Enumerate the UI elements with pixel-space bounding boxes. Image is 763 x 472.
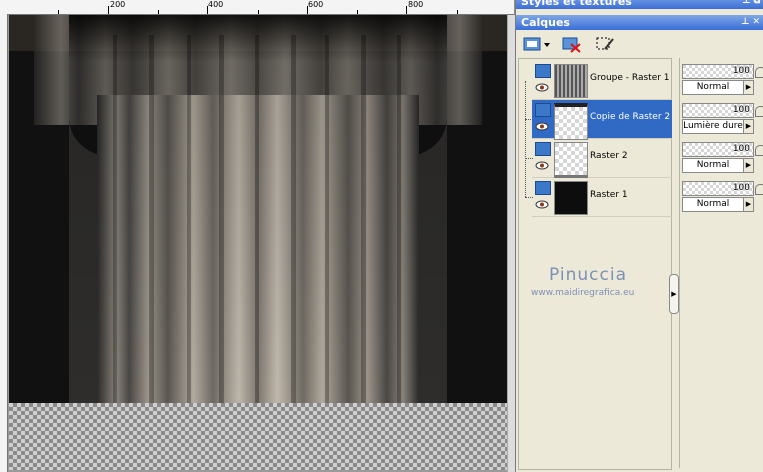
right-panel: Styles et textures ⊥ ⧉ Calques ⊥ ✕ Group… — [515, 0, 763, 472]
layer-type-icon — [535, 64, 551, 78]
blend-mode-select[interactable]: Normal — [682, 80, 744, 95]
edit-selection-button[interactable] — [594, 34, 616, 54]
eye-icon[interactable] — [535, 122, 549, 131]
opacity-value: 100 — [732, 183, 750, 193]
ruler-mark: 400 — [208, 0, 224, 9]
layer-thumbnail — [554, 64, 588, 98]
collapse-arrow-icon[interactable]: ▶ — [669, 274, 679, 314]
pin-icon[interactable]: ⊥ ⧉ — [737, 0, 760, 9]
lock-icon[interactable] — [755, 106, 763, 117]
layer-name: Groupe - Raster 1 — [590, 73, 670, 83]
canvas-area[interactable]: 200 400 600 800 — [0, 0, 515, 472]
blend-mode-select[interactable]: Normal — [682, 158, 744, 173]
ruler-mark: 200 — [110, 0, 126, 9]
vertical-ruler — [0, 14, 8, 472]
eye-icon[interactable] — [535, 200, 549, 209]
vertical-scrollbar[interactable] — [507, 15, 515, 472]
lock-icon[interactable] — [755, 145, 763, 156]
layer-name: Raster 1 — [590, 190, 628, 200]
layer-row-raster-2[interactable]: Raster 2 — [532, 139, 672, 178]
delete-layer-button[interactable] — [561, 34, 583, 54]
styles-panel-titlebar[interactable]: Styles et textures ⊥ ⧉ — [516, 0, 763, 9]
new-layer-icon — [523, 37, 550, 51]
layer-thumbnail — [554, 142, 588, 178]
group-tree-line — [525, 81, 532, 197]
layer-thumbnail — [554, 181, 588, 215]
layer-row-raster-1[interactable]: Raster 1 — [532, 178, 672, 217]
layer-thumbnail — [554, 103, 588, 140]
styles-panel-title: Styles et textures — [521, 0, 632, 8]
lock-icon[interactable] — [755, 184, 763, 195]
horizontal-ruler: 200 400 600 800 — [0, 0, 514, 15]
layers-palette: Groupe - Raster 1 Copie de Raster 2 Rast… — [516, 56, 763, 472]
layers-panel-title: Calques — [521, 16, 570, 29]
layer-type-icon — [535, 181, 551, 195]
opacity-value: 100 — [732, 66, 750, 76]
edit-selection-icon — [596, 37, 614, 50]
opacity-slider[interactable]: 100 — [682, 103, 754, 118]
layer-row-groupe-raster-1[interactable]: Groupe - Raster 1 — [532, 61, 672, 100]
blend-mode-select[interactable]: Lumière dure — [682, 119, 744, 134]
blend-dropdown-arrow-icon[interactable]: ▶ — [743, 158, 754, 173]
new-layer-button[interactable] — [521, 34, 551, 54]
layer-list: Groupe - Raster 1 Copie de Raster 2 Rast… — [518, 58, 672, 470]
layers-panel-titlebar[interactable]: Calques ⊥ ✕ — [516, 15, 763, 30]
layers-toolbar — [516, 31, 763, 56]
opacity-value: 100 — [732, 105, 750, 115]
eye-icon[interactable] — [535, 83, 549, 92]
layer-properties-row: 100 Lumière dure ▶ — [682, 100, 763, 138]
dropdown-arrow-icon — [544, 43, 550, 47]
layer-properties-list: 100 Normal ▶ 100 Lumière dure ▶ 100 Norm… — [679, 58, 763, 468]
ruler-mark: 800 — [408, 0, 424, 9]
layer-row-copie-de-raster-2[interactable]: Copie de Raster 2 — [532, 100, 672, 140]
layer-properties-row: 100 Normal ▶ — [682, 139, 763, 177]
delete-layer-icon — [562, 37, 581, 53]
opacity-slider[interactable]: 100 — [682, 181, 754, 196]
watermark-name: Pinuccia — [549, 265, 627, 285]
opacity-value: 100 — [732, 144, 750, 154]
blend-dropdown-arrow-icon[interactable]: ▶ — [743, 197, 754, 212]
layer-properties-row: 100 Normal ▶ — [682, 178, 763, 216]
close-icon[interactable]: ⊥ ✕ — [736, 15, 760, 30]
lock-icon[interactable] — [755, 67, 763, 78]
ruler-mark: 600 — [308, 0, 324, 9]
layer-properties-row: 100 Normal ▶ — [682, 61, 763, 99]
curtain-image — [9, 15, 507, 403]
layer-name: Copie de Raster 2 — [590, 112, 671, 122]
layer-type-icon — [535, 103, 551, 117]
watermark-url: www.maidiregrafica.eu — [531, 288, 635, 298]
blend-dropdown-arrow-icon[interactable]: ▶ — [743, 119, 754, 134]
layer-type-icon — [535, 142, 551, 156]
blend-dropdown-arrow-icon[interactable]: ▶ — [743, 80, 754, 95]
image-canvas[interactable] — [9, 15, 507, 470]
layer-name: Raster 2 — [590, 151, 628, 161]
opacity-slider[interactable]: 100 — [682, 64, 754, 79]
blend-mode-select[interactable]: Normal — [682, 197, 744, 212]
opacity-slider[interactable]: 100 — [682, 142, 754, 157]
eye-icon[interactable] — [535, 161, 549, 170]
